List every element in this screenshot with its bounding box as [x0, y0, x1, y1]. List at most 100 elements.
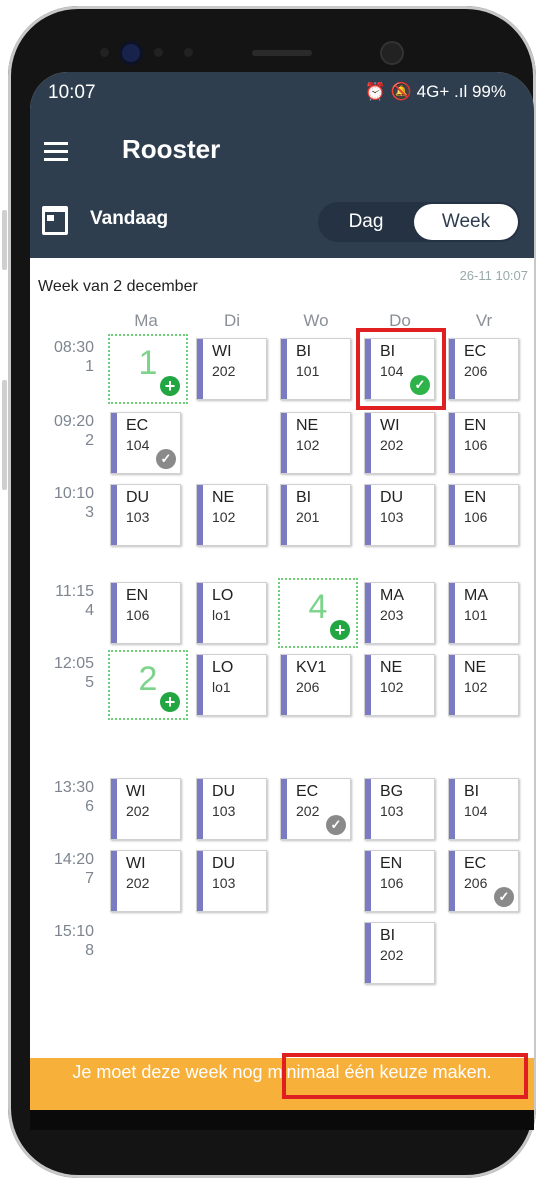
period-time: 09:20 [53, 413, 94, 430]
lesson-cell[interactable]: NE 102 [448, 654, 519, 716]
screen: 10:07 ⏰ 🔕 4G+ .ıl 99% Rooster Vandaag Da… [30, 72, 534, 1110]
bixby-button [2, 380, 7, 490]
period-time: 12:05 [53, 655, 94, 672]
lesson-cell[interactable]: WI 202 [364, 412, 435, 474]
lesson-cell[interactable]: BI 201 [280, 484, 351, 546]
app-bar: Rooster [30, 112, 534, 192]
lesson-cell[interactable]: DU 103 [364, 484, 435, 546]
period-label: 11:15 4 [36, 582, 94, 620]
lesson-subject: NE [464, 659, 487, 676]
lesson-color-bar [365, 485, 371, 545]
lesson-subject: BG [380, 783, 404, 800]
lesson-cell[interactable]: MA 101 [448, 582, 519, 644]
lesson-color-bar [449, 413, 455, 473]
lesson-room: 106 [126, 607, 150, 623]
today-button[interactable]: Vandaag [90, 208, 168, 230]
lesson-cell[interactable]: EC 202 ✓ [280, 778, 351, 840]
lesson-subject: EC [126, 417, 149, 434]
lesson-cell[interactable]: WI 202 [196, 338, 267, 400]
lesson-cell[interactable]: NE 102 [196, 484, 267, 546]
lesson-cell[interactable]: DU 103 [196, 850, 267, 912]
lesson-cell[interactable]: KV1 206 [280, 654, 351, 716]
highlight-box [282, 1053, 528, 1099]
lesson-cell[interactable]: EC 206 ✓ [448, 850, 519, 912]
lesson-room: 206 [464, 875, 488, 891]
lesson-subject: WI [212, 343, 232, 360]
proximity-sensor [100, 48, 109, 57]
lesson-subject: MA [380, 587, 404, 604]
choice-slot[interactable]: 2 + [108, 650, 188, 720]
lesson-room: 102 [380, 679, 404, 695]
lesson-cell[interactable]: DU 103 [110, 484, 181, 546]
lesson-cell[interactable]: DU 103 [196, 778, 267, 840]
lesson-subject: DU [212, 855, 236, 872]
lesson-cell[interactable]: NE 102 [364, 654, 435, 716]
lesson-room: 201 [296, 509, 320, 525]
lesson-subject: WI [126, 783, 146, 800]
lesson-color-bar [281, 779, 287, 839]
lesson-cell[interactable]: WI 202 [110, 778, 181, 840]
lesson-subject: WI [126, 855, 146, 872]
lesson-cell[interactable]: NE 102 [280, 412, 351, 474]
lesson-cell[interactable]: EN 106 [448, 412, 519, 474]
lesson-color-bar [111, 485, 117, 545]
schedule-grid: Week van 2 december 26-11 10:07 Ma Di Wo Do… [30, 258, 534, 1058]
lesson-cell[interactable]: BI 104 [448, 778, 519, 840]
lesson-subject: EC [296, 783, 319, 800]
status-time: 10:07 [48, 82, 96, 103]
lesson-color-bar [281, 413, 287, 473]
lesson-cell[interactable]: EC 206 [448, 338, 519, 400]
period-number: 5 [85, 674, 94, 691]
period-number: 1 [85, 358, 94, 375]
lesson-room: lo1 [212, 607, 231, 623]
lesson-cell[interactable]: EN 106 [364, 850, 435, 912]
lesson-subject: DU [380, 489, 404, 506]
lesson-subject: EN [464, 489, 487, 506]
period-label: 12:05 5 [36, 654, 94, 692]
lesson-color-bar [197, 851, 203, 911]
lesson-color-bar [365, 413, 371, 473]
lesson-room: 202 [126, 875, 150, 891]
period-time: 15:10 [53, 923, 94, 940]
lesson-room: 103 [380, 803, 404, 819]
lesson-cell[interactable]: EN 106 [110, 582, 181, 644]
lesson-color-bar [365, 583, 371, 643]
lesson-cell[interactable]: BG 103 [364, 778, 435, 840]
lesson-cell[interactable]: MA 203 [364, 582, 435, 644]
tab-week[interactable]: Week [414, 204, 518, 240]
choice-slot[interactable]: 1 + [108, 334, 188, 404]
lesson-color-bar [365, 779, 371, 839]
checked-icon: ✓ [494, 887, 514, 907]
lesson-room: lo1 [212, 679, 231, 695]
add-choice-icon[interactable]: + [330, 620, 350, 640]
lesson-color-bar [449, 779, 455, 839]
lesson-room: 106 [464, 437, 488, 453]
lesson-room: 202 [380, 437, 404, 453]
lesson-color-bar [449, 583, 455, 643]
period-number: 7 [85, 870, 94, 887]
choice-slot[interactable]: 4 + [278, 578, 358, 648]
lesson-subject: BI [464, 783, 480, 800]
menu-icon[interactable] [44, 142, 68, 161]
lesson-color-bar [111, 583, 117, 643]
front-camera [382, 43, 402, 63]
tab-day[interactable]: Dag [318, 204, 414, 240]
lesson-cell[interactable]: BI 202 [364, 922, 435, 984]
lesson-cell[interactable]: EC 104 ✓ [110, 412, 181, 474]
earpiece-speaker [252, 50, 312, 56]
add-choice-icon[interactable]: + [160, 692, 180, 712]
lesson-subject: BI [296, 343, 312, 360]
lesson-cell[interactable]: EN 106 [448, 484, 519, 546]
calendar-icon[interactable] [42, 206, 68, 235]
add-choice-icon[interactable]: + [160, 376, 180, 396]
status-bar: 10:07 ⏰ 🔕 4G+ .ıl 99% [30, 72, 534, 112]
lesson-cell[interactable]: LO lo1 [196, 654, 267, 716]
lesson-cell[interactable]: BI 101 [280, 338, 351, 400]
lesson-room: 103 [380, 509, 404, 525]
lesson-cell[interactable]: LO lo1 [196, 582, 267, 644]
lesson-color-bar [281, 655, 287, 715]
period-label: 15:10 8 [36, 922, 94, 960]
lesson-cell[interactable]: WI 202 [110, 850, 181, 912]
checked-icon: ✓ [326, 815, 346, 835]
day-header: Wo [303, 311, 329, 330]
